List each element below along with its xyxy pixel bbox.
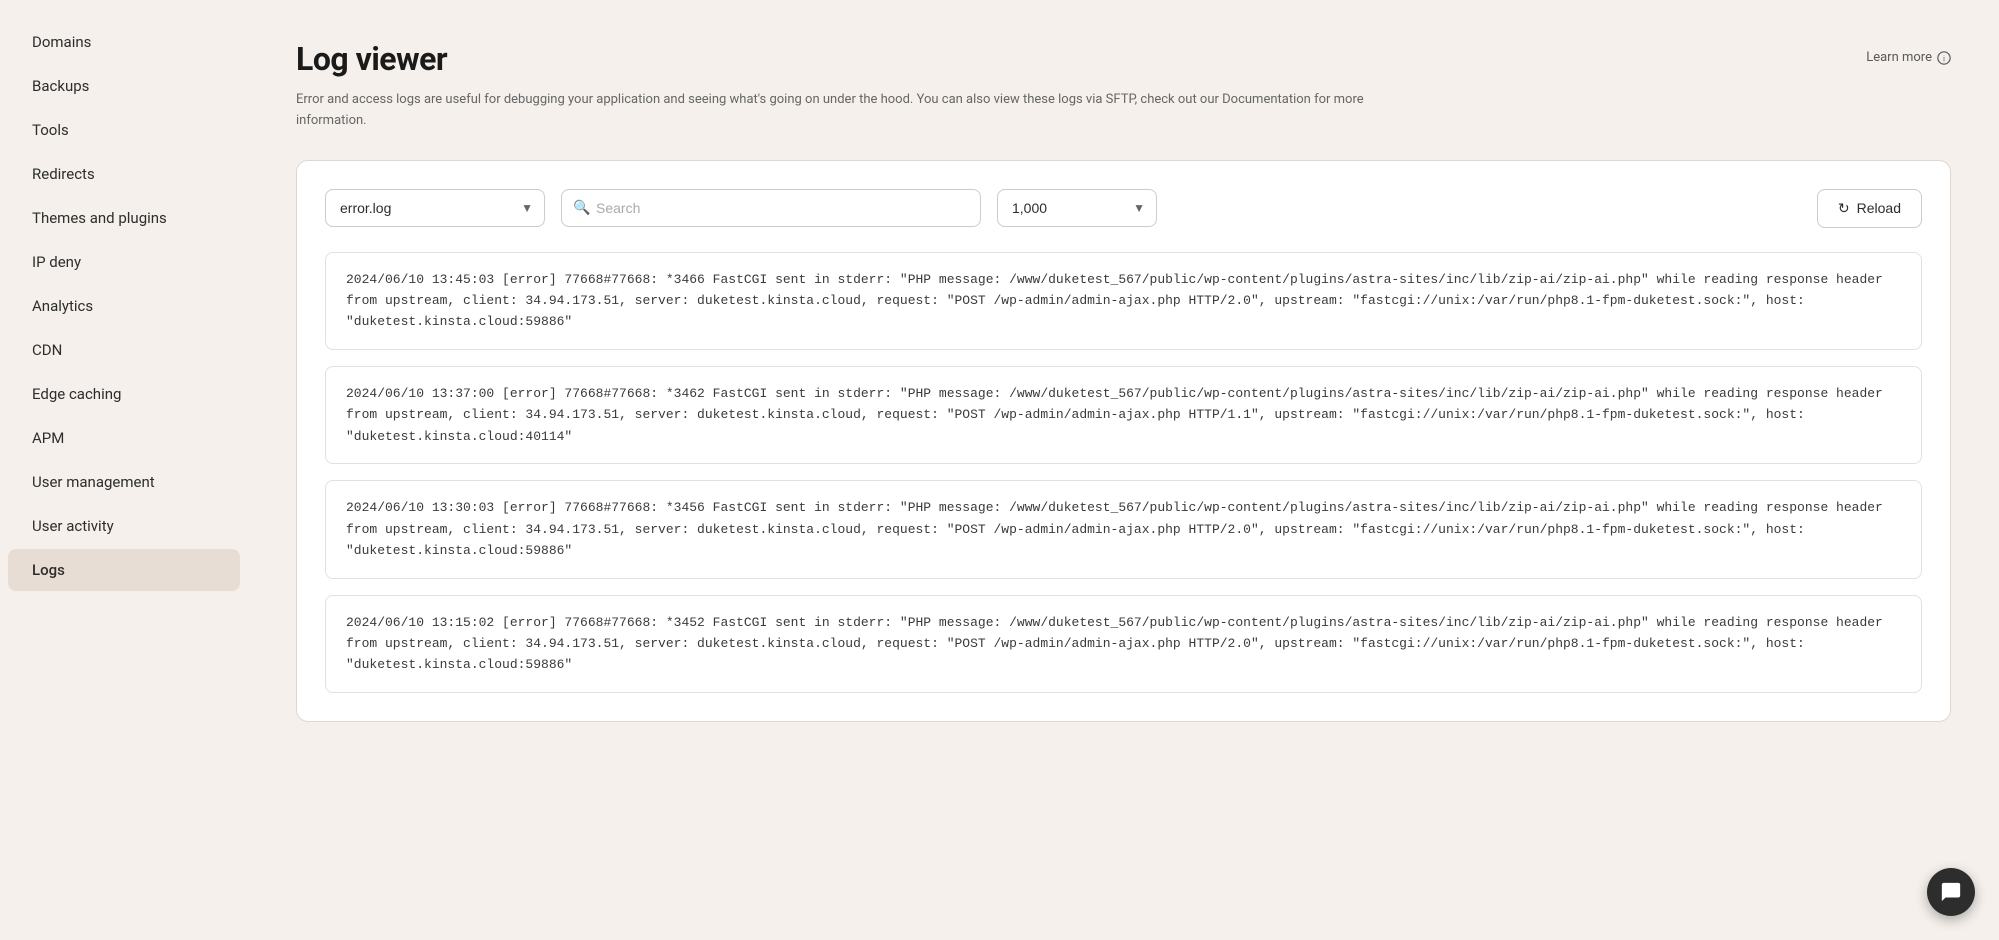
log-container: error.logaccess.log ▼ 🔍 1005001,0002,000… (296, 160, 1951, 722)
reload-label: Reload (1857, 200, 1901, 216)
sidebar-item-ip-deny[interactable]: IP deny (8, 241, 240, 283)
main-content: Log viewer Learn more i Error and access… (248, 0, 1999, 940)
log-file-select-wrapper: error.logaccess.log ▼ (325, 189, 545, 227)
search-input[interactable] (561, 189, 981, 227)
controls-row: error.logaccess.log ▼ 🔍 1005001,0002,000… (325, 189, 1922, 228)
log-entry: 2024/06/10 13:15:02 [error] 77668#77668:… (325, 595, 1922, 693)
sidebar-item-edge-caching[interactable]: Edge caching (8, 373, 240, 415)
page-title: Log viewer (296, 40, 447, 78)
page-description: Error and access logs are useful for deb… (296, 90, 1396, 132)
learn-more-link[interactable]: Learn more i (1866, 50, 1951, 65)
sidebar-item-domains[interactable]: Domains (8, 21, 240, 63)
count-select[interactable]: 1005001,0002,0005,000 (997, 189, 1157, 227)
sidebar-item-user-management[interactable]: User management (8, 461, 240, 503)
sidebar-item-cdn[interactable]: CDN (8, 329, 240, 371)
log-entries-container: 2024/06/10 13:45:03 [error] 77668#77668:… (325, 252, 1922, 693)
header-row: Log viewer Learn more i (296, 40, 1951, 78)
sidebar-item-tools[interactable]: Tools (8, 109, 240, 151)
log-entry: 2024/06/10 13:30:03 [error] 77668#77668:… (325, 480, 1922, 578)
sidebar-item-apm[interactable]: APM (8, 417, 240, 459)
search-wrapper: 🔍 (561, 189, 981, 227)
reload-button[interactable]: ↻ Reload (1817, 189, 1922, 228)
log-entry: 2024/06/10 13:37:00 [error] 77668#77668:… (325, 366, 1922, 464)
reload-icon: ↻ (1838, 200, 1850, 217)
chat-icon (1940, 881, 1962, 903)
log-file-select[interactable]: error.logaccess.log (325, 189, 545, 227)
sidebar-item-user-activity[interactable]: User activity (8, 505, 240, 547)
sidebar: DomainsBackupsToolsRedirectsThemes and p… (0, 0, 248, 940)
count-select-wrapper: 1005001,0002,0005,000 ▼ (997, 189, 1157, 227)
sidebar-item-themes-and-plugins[interactable]: Themes and plugins (8, 197, 240, 239)
sidebar-item-backups[interactable]: Backups (8, 65, 240, 107)
log-entry: 2024/06/10 13:45:03 [error] 77668#77668:… (325, 252, 1922, 350)
svg-text:i: i (1943, 54, 1945, 63)
learn-more-label: Learn more (1866, 50, 1932, 65)
external-link-icon: i (1937, 51, 1951, 65)
chat-bubble[interactable] (1927, 868, 1975, 916)
sidebar-item-logs[interactable]: Logs (8, 549, 240, 591)
sidebar-item-analytics[interactable]: Analytics (8, 285, 240, 327)
search-icon: 🔍 (573, 200, 590, 216)
sidebar-item-redirects[interactable]: Redirects (8, 153, 240, 195)
